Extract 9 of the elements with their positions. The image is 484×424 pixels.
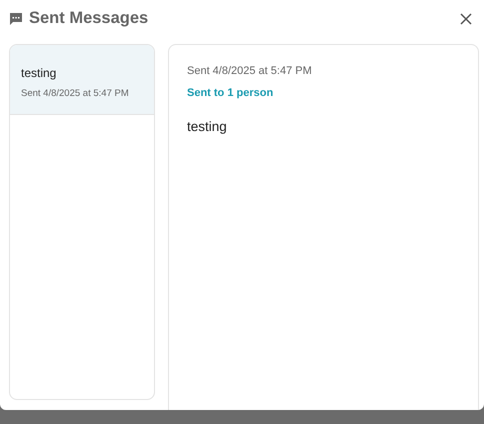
message-icon — [9, 12, 23, 25]
close-icon — [460, 12, 472, 24]
message-preview: testing — [21, 65, 58, 82]
sent-time: Sent 4/8/2025 at 5:47 PM — [187, 64, 313, 79]
message-item[interactable]: testing Sent 4/8/2025 at 5:47 PM — [10, 45, 154, 116]
message-body: testing — [187, 118, 228, 136]
close-button[interactable] — [458, 10, 474, 26]
message-time: Sent 4/8/2025 at 5:47 PM — [21, 87, 130, 101]
dialog-title: Sent Messages — [29, 8, 148, 30]
